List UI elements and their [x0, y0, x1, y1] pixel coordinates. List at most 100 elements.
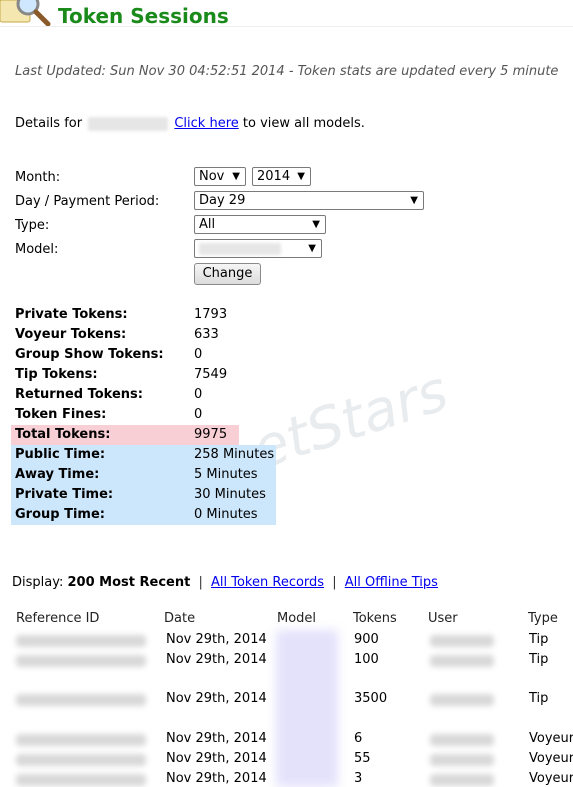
stat-value: 258 Minutes	[194, 447, 275, 462]
redacted-reference-id	[16, 734, 146, 746]
details-prefix: Details for	[15, 116, 83, 131]
stat-value: 30 Minutes	[194, 487, 266, 502]
day-label: Day / Payment Period:	[15, 194, 160, 209]
day-select[interactable]: Day 29 ▼	[194, 191, 424, 210]
redacted-user	[430, 754, 494, 766]
header-divider	[0, 26, 573, 27]
col-header-model: Model	[277, 611, 317, 626]
month-select-value: Nov	[199, 169, 225, 184]
col-header-reference-id: Reference ID	[16, 611, 100, 626]
col-header-type: Type	[528, 611, 558, 626]
redacted-user	[430, 655, 494, 667]
stat-label: Away Time:	[15, 467, 100, 482]
month-select[interactable]: Nov ▼	[194, 167, 246, 186]
dropdown-arrow-icon: ▼	[297, 171, 305, 182]
stat-label: Group Show Tokens:	[15, 347, 164, 362]
redacted-model-column	[276, 630, 338, 787]
year-select-value: 2014	[257, 169, 291, 184]
row-type: Voyeur	[529, 751, 573, 766]
stat-row: Away Time: 5 Minutes	[11, 465, 276, 485]
redacted-user	[430, 694, 494, 706]
col-header-tokens: Tokens	[353, 611, 397, 626]
row-type: Tip	[529, 632, 549, 647]
stat-value: 7549	[194, 367, 228, 382]
model-select[interactable]: ▼	[194, 239, 322, 258]
details-line: Details for Click here to view all model…	[15, 116, 365, 131]
stat-value: 0	[194, 407, 203, 422]
dropdown-arrow-icon: ▼	[232, 171, 240, 182]
row-type: Voyeur	[529, 731, 573, 746]
row-tokens: 100	[354, 652, 379, 667]
col-header-user: User	[428, 611, 458, 626]
stat-label: Public Time:	[15, 447, 106, 462]
row-date: Nov 29th, 2014	[166, 652, 267, 667]
page-title: Token Sessions	[58, 4, 229, 28]
display-current: 200 Most Recent	[67, 575, 191, 590]
row-tokens: 6	[354, 731, 363, 746]
details-suffix: to view all models.	[242, 116, 365, 131]
separator: |	[198, 575, 203, 590]
stat-label: Total Tokens:	[15, 427, 111, 442]
stat-value: 633	[194, 327, 219, 342]
model-label: Model:	[15, 242, 59, 257]
type-select-value: All	[199, 217, 216, 232]
row-date: Nov 29th, 2014	[166, 751, 267, 766]
dropdown-arrow-icon: ▼	[308, 243, 316, 254]
redacted-reference-id	[16, 655, 146, 667]
stat-value: 0	[194, 387, 203, 402]
change-button[interactable]: Change	[194, 263, 261, 285]
row-date: Nov 29th, 2014	[166, 632, 267, 647]
stat-label: Group Time:	[15, 507, 105, 522]
redacted-model-value	[199, 242, 281, 255]
stat-value: 5 Minutes	[194, 467, 258, 482]
stat-label: Returned Tokens:	[15, 387, 143, 402]
display-label: Display:	[12, 575, 64, 590]
row-date: Nov 29th, 2014	[166, 691, 267, 706]
row-date: Nov 29th, 2014	[166, 731, 267, 746]
col-header-date: Date	[164, 611, 196, 626]
stat-row: Total Tokens: 9975	[11, 425, 239, 445]
separator: |	[332, 575, 337, 590]
dropdown-arrow-icon: ▼	[312, 219, 320, 230]
stat-label: Voyeur Tokens:	[15, 327, 127, 342]
row-type: Tip	[529, 691, 549, 706]
row-type: Tip	[529, 652, 549, 667]
display-options: Display: 200 Most Recent | All Token Rec…	[12, 575, 438, 590]
redacted-user	[430, 774, 494, 786]
stat-value: 9975	[194, 427, 228, 442]
view-all-models-link[interactable]: Click here	[174, 116, 238, 131]
all-token-records-link[interactable]: All Token Records	[211, 575, 324, 590]
stat-value: 1793	[194, 307, 228, 322]
redacted-reference-id	[16, 635, 146, 647]
row-date: Nov 29th, 2014	[166, 771, 267, 786]
stat-label: Tip Tokens:	[15, 367, 98, 382]
type-select[interactable]: All ▼	[194, 215, 326, 234]
stat-label: Token Fines:	[15, 407, 107, 422]
day-select-value: Day 29	[199, 193, 246, 208]
redacted-reference-id	[16, 754, 146, 766]
redacted-reference-id	[16, 694, 146, 706]
last-updated-text: Last Updated: Sun Nov 30 04:52:51 2014 -…	[15, 64, 559, 79]
stat-row: Public Time: 258 Minutes	[11, 445, 276, 465]
redacted-user	[430, 734, 494, 746]
stat-label: Private Time:	[15, 487, 114, 502]
row-tokens: 3500	[354, 691, 388, 706]
dropdown-arrow-icon: ▼	[410, 195, 418, 206]
row-tokens: 3	[354, 771, 363, 786]
stat-label: Private Tokens:	[15, 307, 128, 322]
row-tokens: 900	[354, 632, 379, 647]
month-label: Month:	[15, 170, 61, 185]
type-label: Type:	[15, 218, 50, 233]
stat-value: 0	[194, 347, 203, 362]
stat-row: Private Time: 30 Minutes	[11, 485, 276, 505]
all-offline-tips-link[interactable]: All Offline Tips	[345, 575, 438, 590]
redacted-reference-id	[16, 774, 146, 786]
watermark: etStars	[244, 358, 456, 483]
redacted-model-name	[88, 116, 169, 131]
stat-row: Group Time: 0 Minutes	[11, 505, 276, 525]
row-tokens: 55	[354, 751, 371, 766]
magnifier-icon	[0, 0, 51, 27]
redacted-user	[430, 635, 494, 647]
row-type: Voyeur	[529, 771, 573, 786]
year-select[interactable]: 2014 ▼	[252, 167, 311, 186]
